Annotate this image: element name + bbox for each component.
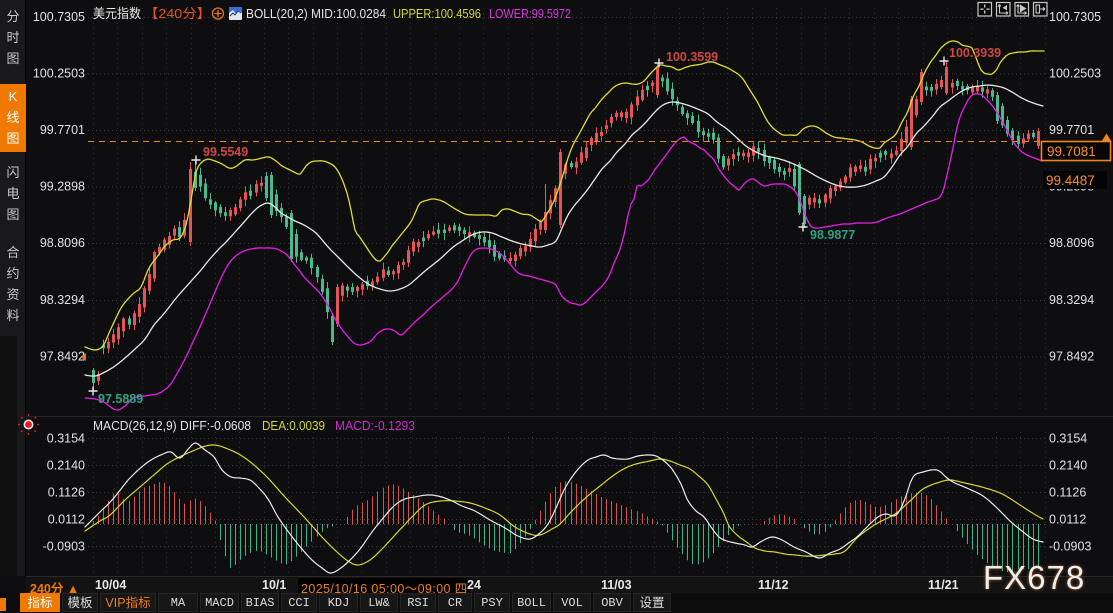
svg-text:0.3154: 0.3154 [47,432,85,446]
svg-text:MACD(26,12,9) DIFF:-0.0608: MACD(26,12,9) DIFF:-0.0608 [93,418,251,433]
svg-text:BOLL(20,2) MID:100.0284: BOLL(20,2) MID:100.0284 [246,6,386,21]
svg-text:0.3154: 0.3154 [1049,432,1087,446]
svg-text:0.1126: 0.1126 [1049,486,1086,500]
svg-text:LOWER:99.5972: LOWER:99.5972 [489,6,571,21]
svg-text:100.3599: 100.3599 [666,50,718,64]
svg-text:100.3939: 100.3939 [949,46,1001,60]
svg-text:0.1126: 0.1126 [48,486,85,500]
svg-text:0.2140: 0.2140 [1049,459,1087,473]
svg-text:100.7305: 100.7305 [33,10,85,24]
svg-text:97.8492: 97.8492 [1049,350,1094,364]
svg-text:【240分】: 【240分】 [144,6,211,21]
svg-text:DEA:0.0039: DEA:0.0039 [262,418,325,433]
svg-text:99.2898: 99.2898 [40,180,85,194]
svg-text:98.9877: 98.9877 [810,228,855,242]
svg-text:MACD:-0.1293: MACD:-0.1293 [335,418,415,433]
svg-text:0.2140: 0.2140 [47,459,85,473]
svg-text:0.0112: 0.0112 [48,513,85,527]
svg-text:100.2503: 100.2503 [33,67,85,81]
svg-text:99.7701: 99.7701 [1049,123,1094,137]
svg-text:99.7701: 99.7701 [40,123,85,137]
svg-text:100.7305: 100.7305 [1049,10,1101,24]
svg-text:98.8096: 98.8096 [40,236,85,250]
svg-text:97.5889: 97.5889 [98,392,143,406]
svg-text:美元指数: 美元指数 [93,6,141,21]
svg-text:98.3294: 98.3294 [40,293,85,307]
svg-text:-0.0903: -0.0903 [43,540,85,554]
svg-text:99.5549: 99.5549 [203,145,248,159]
svg-text:100.2503: 100.2503 [1049,67,1101,81]
svg-text:97.8492: 97.8492 [40,350,85,364]
svg-text:0.0112: 0.0112 [1049,513,1086,527]
svg-text:99.7081: 99.7081 [1047,144,1096,159]
svg-text:99.4487: 99.4487 [1046,173,1095,188]
svg-text:98.8096: 98.8096 [1049,236,1094,250]
svg-text:-0.0903: -0.0903 [1049,540,1091,554]
svg-text:UPPER:100.4596: UPPER:100.4596 [393,6,481,21]
svg-text:98.3294: 98.3294 [1049,293,1094,307]
